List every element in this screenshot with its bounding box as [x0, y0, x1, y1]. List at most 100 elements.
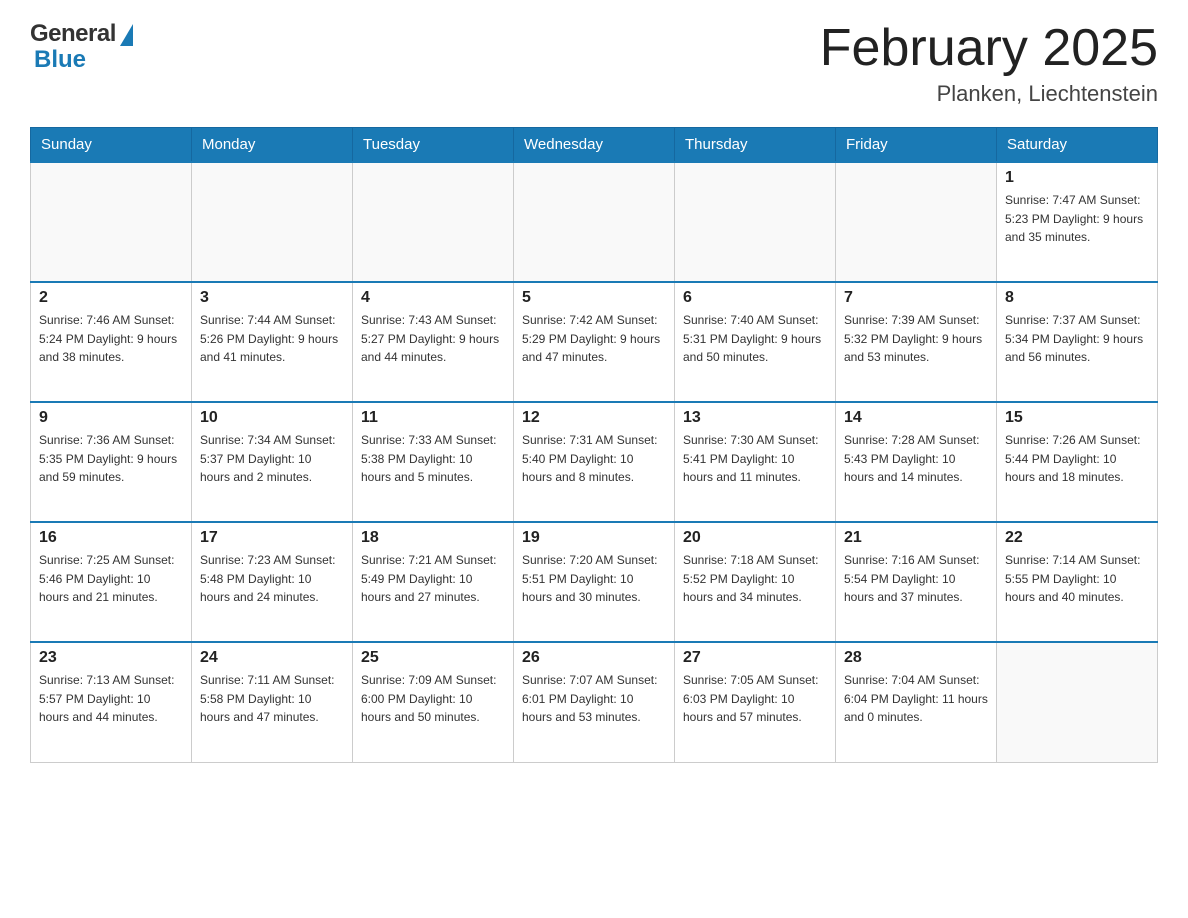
day-number: 13 [683, 409, 827, 427]
day-info: Sunrise: 7:16 AM Sunset: 5:54 PM Dayligh… [844, 551, 988, 607]
day-number: 14 [844, 409, 988, 427]
day-info: Sunrise: 7:42 AM Sunset: 5:29 PM Dayligh… [522, 311, 666, 367]
day-info: Sunrise: 7:40 AM Sunset: 5:31 PM Dayligh… [683, 311, 827, 367]
calendar-header-sunday: Sunday [31, 128, 192, 163]
calendar-week-row: 2 Sunrise: 7:46 AM Sunset: 5:24 PM Daylig… [31, 282, 1158, 402]
day-number: 17 [200, 529, 344, 547]
day-number: 18 [361, 529, 505, 547]
calendar-cell: 9Sunrise: 7:36 AM Sunset: 5:35 PM Daylig… [31, 402, 192, 522]
day-number: 9 [39, 409, 183, 427]
title-block: February 2025 Planken, Liechtenstein [820, 20, 1158, 107]
day-number: 5 [522, 289, 666, 307]
calendar-cell: 21 Sunrise: 7:16 AM Sunset: 5:54 PM Dayli… [836, 522, 997, 642]
day-number: 12 [522, 409, 666, 427]
day-info: Sunrise: 7:05 AM Sunset: 6:03 PM Dayligh… [683, 671, 827, 727]
day-info: Sunrise: 7:26 AM Sunset: 5:44 PM Dayligh… [1005, 431, 1149, 487]
calendar-header-monday: Monday [192, 128, 353, 163]
calendar-cell [31, 162, 192, 282]
calendar-cell: 10Sunrise: 7:34 AM Sunset: 5:37 PM Dayli… [192, 402, 353, 522]
day-number: 21 [844, 529, 988, 547]
day-number: 6 [683, 289, 827, 307]
calendar-week-row: 16 Sunrise: 7:25 AM Sunset: 5:46 PM Dayli… [31, 522, 1158, 642]
day-info: Sunrise: 7:34 AM Sunset: 5:37 PM Dayligh… [200, 431, 344, 487]
day-info: Sunrise: 7:39 AM Sunset: 5:32 PM Dayligh… [844, 311, 988, 367]
calendar-cell: 5 Sunrise: 7:42 AM Sunset: 5:29 PM Daylig… [514, 282, 675, 402]
day-info: Sunrise: 7:18 AM Sunset: 5:52 PM Dayligh… [683, 551, 827, 607]
calendar-cell: 17 Sunrise: 7:23 AM Sunset: 5:48 PM Dayli… [192, 522, 353, 642]
calendar-cell: 6 Sunrise: 7:40 AM Sunset: 5:31 PM Daylig… [675, 282, 836, 402]
calendar-header-tuesday: Tuesday [353, 128, 514, 163]
day-info: Sunrise: 7:47 AM Sunset: 5:23 PM Dayligh… [1005, 191, 1149, 247]
day-info: Sunrise: 7:14 AM Sunset: 5:55 PM Dayligh… [1005, 551, 1149, 607]
day-number: 20 [683, 529, 827, 547]
calendar-cell: 18 Sunrise: 7:21 AM Sunset: 5:49 PM Dayli… [353, 522, 514, 642]
calendar-cell: 13 Sunrise: 7:30 AM Sunset: 5:41 PM Dayli… [675, 402, 836, 522]
day-info: Sunrise: 7:31 AM Sunset: 5:40 PM Dayligh… [522, 431, 666, 487]
calendar-table: SundayMondayTuesdayWednesdayThursdayFrid… [30, 127, 1158, 763]
page-header: General Blue February 2025 Planken, Liec… [30, 20, 1158, 107]
logo-general-text: General [30, 20, 116, 48]
calendar-cell: 20 Sunrise: 7:18 AM Sunset: 5:52 PM Dayli… [675, 522, 836, 642]
day-number: 24 [200, 649, 344, 667]
calendar-cell: 8 Sunrise: 7:37 AM Sunset: 5:34 PM Daylig… [997, 282, 1158, 402]
calendar-cell [997, 642, 1158, 762]
calendar-week-row: 23 Sunrise: 7:13 AM Sunset: 5:57 PM Dayli… [31, 642, 1158, 762]
day-number: 11 [361, 409, 505, 427]
day-number: 27 [683, 649, 827, 667]
calendar-cell: 7 Sunrise: 7:39 AM Sunset: 5:32 PM Daylig… [836, 282, 997, 402]
day-info: Sunrise: 7:33 AM Sunset: 5:38 PM Dayligh… [361, 431, 505, 487]
calendar-cell: 28 Sunrise: 7:04 AM Sunset: 6:04 PM Dayli… [836, 642, 997, 762]
day-number: 16 [39, 529, 183, 547]
day-number: 7 [844, 289, 988, 307]
calendar-cell [353, 162, 514, 282]
day-info: Sunrise: 7:37 AM Sunset: 5:34 PM Dayligh… [1005, 311, 1149, 367]
day-number: 8 [1005, 289, 1149, 307]
day-info: Sunrise: 7:30 AM Sunset: 5:41 PM Dayligh… [683, 431, 827, 487]
calendar-cell: 12 Sunrise: 7:31 AM Sunset: 5:40 PM Dayli… [514, 402, 675, 522]
day-info: Sunrise: 7:44 AM Sunset: 5:26 PM Dayligh… [200, 311, 344, 367]
day-number: 15 [1005, 409, 1149, 427]
calendar-cell: 15 Sunrise: 7:26 AM Sunset: 5:44 PM Dayli… [997, 402, 1158, 522]
calendar-week-row: 9Sunrise: 7:36 AM Sunset: 5:35 PM Daylig… [31, 402, 1158, 522]
day-number: 23 [39, 649, 183, 667]
day-info: Sunrise: 7:23 AM Sunset: 5:48 PM Dayligh… [200, 551, 344, 607]
calendar-cell: 14Sunrise: 7:28 AM Sunset: 5:43 PM Dayli… [836, 402, 997, 522]
logo-arrow-icon [120, 24, 133, 46]
day-info: Sunrise: 7:09 AM Sunset: 6:00 PM Dayligh… [361, 671, 505, 727]
day-info: Sunrise: 7:07 AM Sunset: 6:01 PM Dayligh… [522, 671, 666, 727]
calendar-cell [836, 162, 997, 282]
logo-blue-text: Blue [34, 46, 86, 74]
calendar-cell: 3Sunrise: 7:44 AM Sunset: 5:26 PM Daylig… [192, 282, 353, 402]
day-number: 25 [361, 649, 505, 667]
calendar-header-saturday: Saturday [997, 128, 1158, 163]
calendar-cell: 22 Sunrise: 7:14 AM Sunset: 5:55 PM Dayli… [997, 522, 1158, 642]
location-label: Planken, Liechtenstein [820, 81, 1158, 107]
calendar-cell: 23 Sunrise: 7:13 AM Sunset: 5:57 PM Dayli… [31, 642, 192, 762]
calendar-header-row: SundayMondayTuesdayWednesdayThursdayFrid… [31, 128, 1158, 163]
day-number: 1 [1005, 169, 1149, 187]
day-number: 19 [522, 529, 666, 547]
calendar-cell [192, 162, 353, 282]
day-info: Sunrise: 7:04 AM Sunset: 6:04 PM Dayligh… [844, 671, 988, 727]
calendar-header-wednesday: Wednesday [514, 128, 675, 163]
day-number: 2 [39, 289, 183, 307]
calendar-cell: 25 Sunrise: 7:09 AM Sunset: 6:00 PM Dayli… [353, 642, 514, 762]
calendar-cell: 4 Sunrise: 7:43 AM Sunset: 5:27 PM Daylig… [353, 282, 514, 402]
calendar-cell: 26Sunrise: 7:07 AM Sunset: 6:01 PM Dayli… [514, 642, 675, 762]
calendar-cell [675, 162, 836, 282]
calendar-header-friday: Friday [836, 128, 997, 163]
calendar-cell: 11 Sunrise: 7:33 AM Sunset: 5:38 PM Dayli… [353, 402, 514, 522]
calendar-week-row: 1 Sunrise: 7:47 AM Sunset: 5:23 PM Daylig… [31, 162, 1158, 282]
calendar-cell: 27 Sunrise: 7:05 AM Sunset: 6:03 PM Dayli… [675, 642, 836, 762]
day-info: Sunrise: 7:25 AM Sunset: 5:46 PM Dayligh… [39, 551, 183, 607]
day-info: Sunrise: 7:21 AM Sunset: 5:49 PM Dayligh… [361, 551, 505, 607]
day-info: Sunrise: 7:43 AM Sunset: 5:27 PM Dayligh… [361, 311, 505, 367]
calendar-cell: 2 Sunrise: 7:46 AM Sunset: 5:24 PM Daylig… [31, 282, 192, 402]
day-number: 28 [844, 649, 988, 667]
day-number: 22 [1005, 529, 1149, 547]
calendar-cell: 24Sunrise: 7:11 AM Sunset: 5:58 PM Dayli… [192, 642, 353, 762]
day-info: Sunrise: 7:46 AM Sunset: 5:24 PM Dayligh… [39, 311, 183, 367]
day-info: Sunrise: 7:13 AM Sunset: 5:57 PM Dayligh… [39, 671, 183, 727]
day-number: 4 [361, 289, 505, 307]
day-info: Sunrise: 7:20 AM Sunset: 5:51 PM Dayligh… [522, 551, 666, 607]
